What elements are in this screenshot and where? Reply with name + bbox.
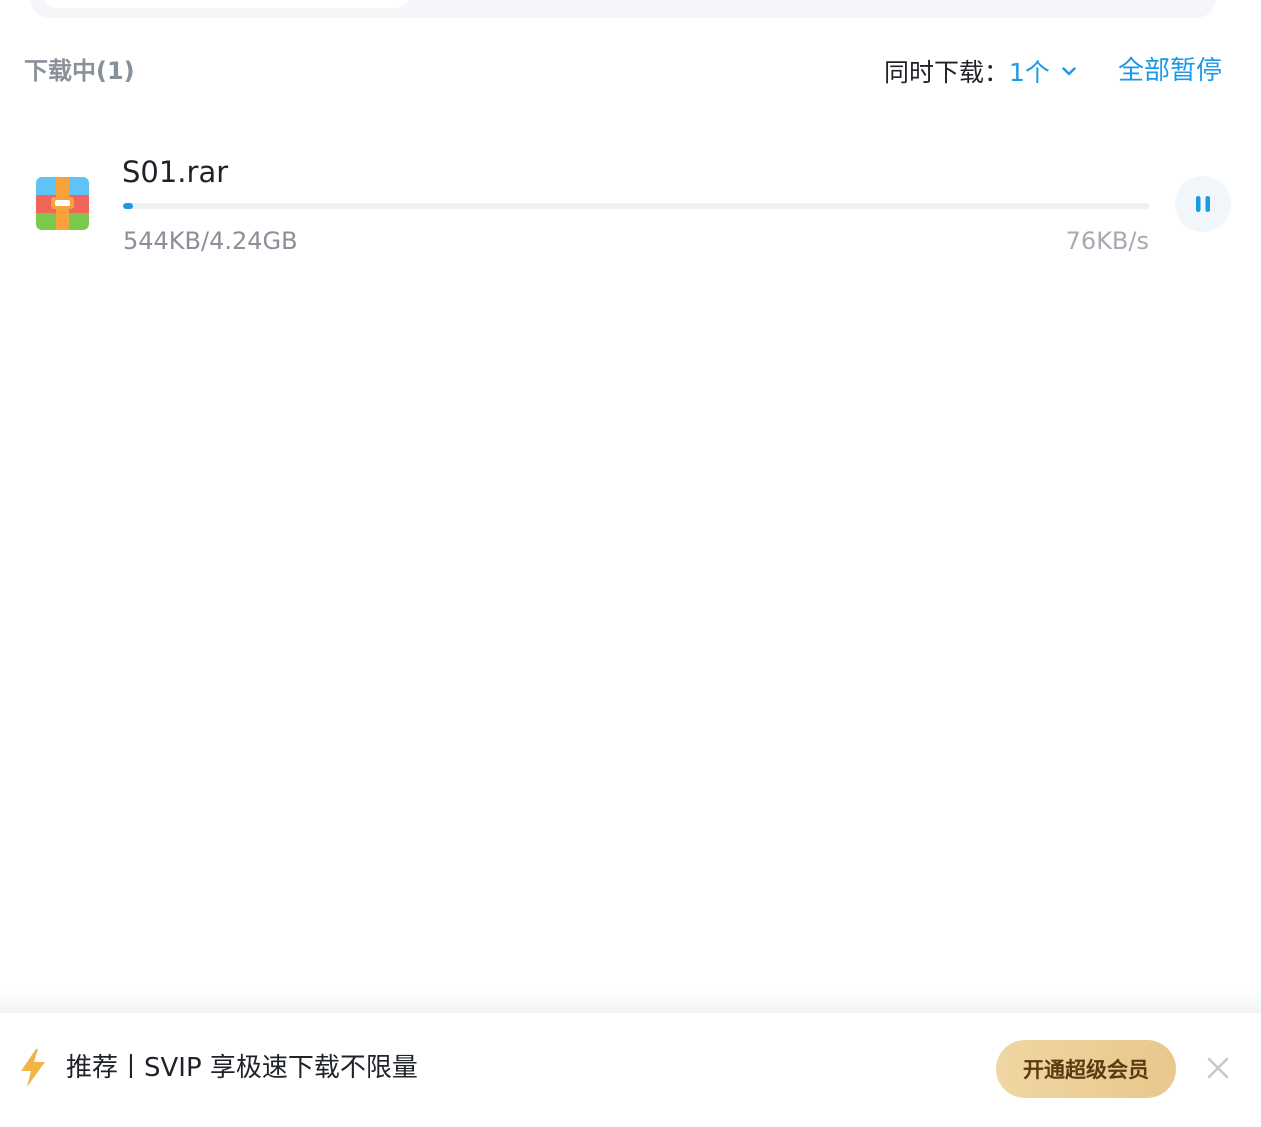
- pause-all-button[interactable]: 全部暂停: [1118, 52, 1222, 90]
- download-speed: 76KB/s: [1065, 227, 1149, 255]
- open-svip-button[interactable]: 开通超级会员: [996, 1040, 1176, 1098]
- archive-file-icon: [36, 177, 89, 230]
- close-icon[interactable]: [1204, 1054, 1232, 1082]
- concurrency-dropdown[interactable]: 1个: [1009, 53, 1076, 89]
- concurrency-setting: 同时下载： 1个: [884, 52, 1076, 90]
- concurrency-label: 同时下载：: [884, 58, 1010, 87]
- promo-bar: 推荐丨SVIP 享极速下载不限量 开通超级会员: [0, 1013, 1261, 1127]
- chevron-down-icon: [1062, 66, 1076, 75]
- download-item: S01.rar 544KB/4.24GB 76KB/s: [0, 140, 1261, 270]
- progress-bar: [123, 203, 1149, 209]
- promo-divider-shadow: [0, 990, 1261, 1014]
- pause-icon: [1196, 196, 1210, 212]
- pause-button[interactable]: [1175, 176, 1231, 232]
- file-name: S01.rar: [122, 155, 229, 189]
- tab-strip: [30, 0, 1216, 18]
- tab-active-pill[interactable]: [42, 0, 410, 8]
- lightning-bolt-icon: [21, 1049, 45, 1087]
- file-size-progress: 544KB/4.24GB: [123, 227, 298, 255]
- concurrency-value: 1个: [1009, 58, 1050, 87]
- progress-fill: [123, 203, 133, 209]
- promo-text: 推荐丨SVIP 享极速下载不限量: [66, 1053, 418, 1083]
- section-title: 下载中(1): [24, 57, 135, 85]
